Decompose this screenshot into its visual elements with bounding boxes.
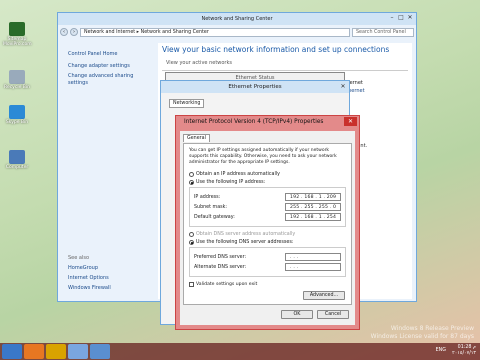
advanced-button[interactable]: Advanced...: [303, 291, 345, 300]
general-panel: You can get IP settings assigned automat…: [183, 143, 352, 305]
subnet-mask-row: Subnet mask: 255 . 255 . 255 . 0: [194, 203, 341, 211]
tab-general[interactable]: General: [183, 134, 210, 142]
window-title: Ethernet Properties: [161, 81, 349, 93]
link-windows-firewall[interactable]: Windows Firewall: [68, 285, 148, 292]
ip-address-row: IP address: 192 . 168 . 1 . 209: [194, 193, 341, 201]
desktop-icon-label: Skype Bin: [5, 120, 29, 125]
desktop-icon-label: Sitemap MoviPro.com: [3, 37, 32, 47]
close-icon[interactable]: ✕: [339, 82, 347, 91]
subnet-mask-field[interactable]: 255 . 255 . 255 . 0: [285, 203, 341, 211]
radio-circle: [189, 172, 194, 177]
page-heading: View your basic network information and …: [162, 45, 390, 54]
sitemap-icon: [9, 22, 25, 36]
radio-circle: [189, 232, 194, 237]
gateway-row: Default gateway: 192 . 168 . 1 . 254: [194, 213, 341, 221]
network-icon[interactable]: [90, 344, 110, 359]
left-nav: Control Panel Home Change adapter settin…: [68, 51, 148, 292]
link-internet-options[interactable]: Internet Options: [68, 275, 148, 282]
watermark-line2: Windows License valid for 87 days: [370, 333, 474, 340]
firefox-icon[interactable]: [24, 344, 44, 359]
skype-icon: [9, 105, 25, 119]
cancel-button[interactable]: Cancel: [317, 310, 349, 319]
window-title: Network and Sharing Center: [58, 13, 416, 25]
gateway-field[interactable]: 192 . 168 . 1 . 254: [285, 213, 341, 221]
language-indicator[interactable]: ENG: [436, 348, 446, 353]
close-icon[interactable]: ✕: [344, 117, 357, 126]
alternate-dns-label: Alternate DNS server:: [194, 264, 247, 270]
desktop-icon-computer[interactable]: Computer: [3, 150, 31, 170]
checkbox-label: Validate settings upon exit: [196, 282, 258, 287]
radio-label: Use the following IP address:: [196, 180, 266, 185]
desktop-icon-label: Computer: [5, 165, 29, 170]
dialog-body: General You can get IP settings assigned…: [180, 131, 355, 325]
search-input[interactable]: Search Control Panel: [352, 27, 414, 37]
address-bar[interactable]: Network and Internet ▸ Network and Shari…: [80, 27, 350, 37]
radio-static-dns[interactable]: Use the following DNS server addresses:: [189, 240, 346, 245]
radio-static-ip[interactable]: Use the following IP address:: [189, 180, 346, 185]
file-explorer-icon[interactable]: [46, 344, 66, 359]
ip-address-label: IP address:: [194, 194, 221, 200]
desktop-icon-sitemap[interactable]: Sitemap MoviPro.com: [3, 22, 32, 47]
desktop-icon-skype[interactable]: Skype Bin: [3, 105, 31, 125]
link-control-panel-home[interactable]: Control Panel Home: [68, 51, 148, 58]
radio-auto-dns[interactable]: Obtain DNS server address automatically: [189, 232, 346, 237]
ip-address-field[interactable]: 192 . 168 . 1 . 209: [285, 193, 341, 201]
alternate-dns-row: Alternate DNS server: . . .: [194, 263, 341, 271]
dns-group: Preferred DNS server: . . . Alternate DN…: [189, 247, 346, 277]
forward-arrow-icon[interactable]: ›: [70, 28, 78, 36]
preferred-dns-row: Preferred DNS server: . . .: [194, 253, 341, 261]
clock-date: ٢٠١٥/٠٧/١٣: [452, 351, 476, 356]
radio-label: Obtain an IP address automatically: [196, 172, 280, 177]
close-button[interactable]: ✕: [406, 13, 414, 22]
radio-auto-ip[interactable]: Obtain an IP address automatically: [189, 172, 346, 177]
link-change-advanced-sharing[interactable]: Change advanced sharing settings: [68, 73, 148, 87]
taskbar: ENG 01:28 م ٢٠١٥/٠٧/١٣: [0, 343, 480, 360]
validate-checkbox[interactable]: Validate settings upon exit: [189, 282, 346, 287]
subnet-mask-label: Subnet mask:: [194, 204, 228, 210]
radio-circle-selected: [189, 240, 194, 245]
radio-circle-selected: [189, 180, 194, 185]
ok-button[interactable]: OK: [281, 310, 313, 319]
computer-icon: [9, 150, 25, 164]
preferred-dns-label: Preferred DNS server:: [194, 254, 247, 260]
minimize-button[interactable]: –: [388, 13, 396, 22]
maximize-button[interactable]: □: [397, 13, 405, 22]
alternate-dns-field[interactable]: . . .: [285, 263, 341, 271]
checkbox-box: [189, 282, 194, 287]
tab-networking[interactable]: Networking: [169, 99, 205, 108]
link-change-adapter-settings[interactable]: Change adapter settings: [68, 63, 148, 70]
static-ip-group: IP address: 192 . 168 . 1 . 209 Subnet m…: [189, 187, 346, 227]
active-networks-label: View your active networks: [162, 56, 408, 71]
desktop-icon-label: Recycle Bin: [4, 85, 30, 90]
back-arrow-icon[interactable]: ‹: [60, 28, 68, 36]
description-text: You can get IP settings assigned automat…: [189, 148, 337, 165]
radio-label: Use the following DNS server addresses:: [196, 240, 294, 245]
ipv4-properties-dialog: Internet Protocol Version 4 (TCP/IPv4) P…: [175, 115, 360, 330]
link-homegroup[interactable]: HomeGroup: [68, 265, 148, 272]
gateway-label: Default gateway:: [194, 214, 235, 220]
recycle-bin-icon: [9, 70, 25, 84]
control-panel-icon[interactable]: [68, 344, 88, 359]
preferred-dns-field[interactable]: . . .: [285, 253, 341, 261]
desktop-icon-recycle-bin[interactable]: Recycle Bin: [3, 70, 31, 90]
ie-icon[interactable]: [2, 344, 22, 359]
dialog-title: Internet Protocol Version 4 (TCP/IPv4) P…: [184, 119, 324, 125]
watermark-line1: Windows 8 Release Preview: [390, 325, 474, 332]
radio-label: Obtain DNS server address automatically: [196, 232, 296, 237]
see-also-heading: See also: [68, 255, 90, 261]
address-bar-row: ‹ › Network and Internet ▸ Network and S…: [60, 27, 414, 37]
clock[interactable]: 01:28 م ٢٠١٥/٠٧/١٣: [452, 345, 476, 357]
